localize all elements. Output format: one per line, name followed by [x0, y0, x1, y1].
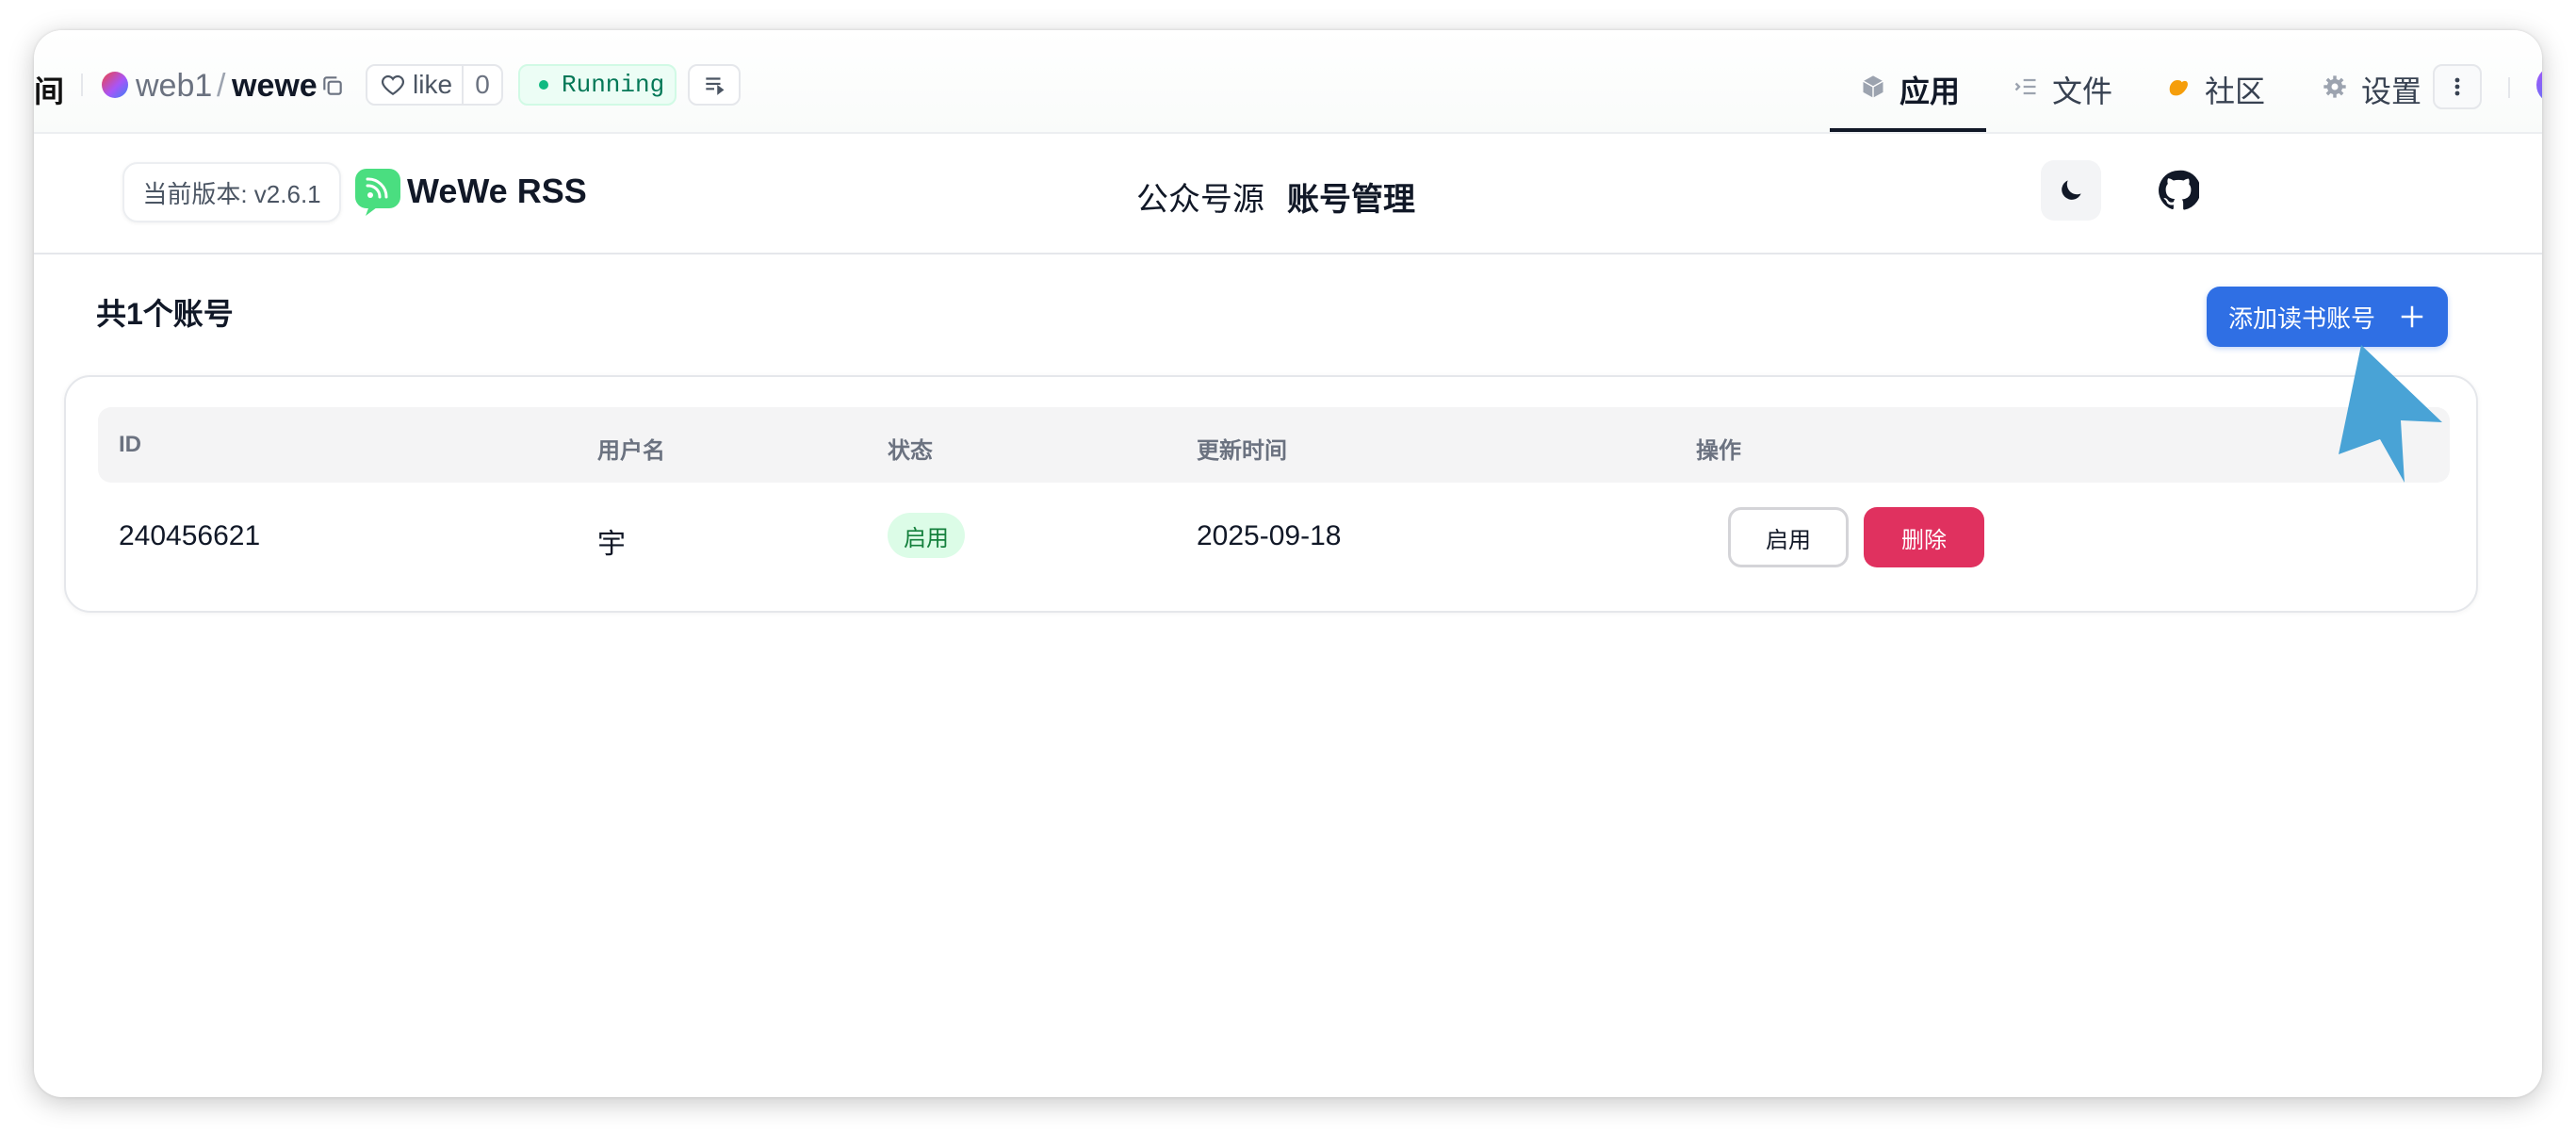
accounts-table: ID 用户名 状态 更新时间 操作 240456621 宇 启用 2025-09…	[64, 375, 2478, 613]
logs-icon	[706, 77, 725, 95]
rss-logo-icon	[355, 169, 400, 216]
more-menu-button[interactable]	[2433, 64, 2482, 109]
enable-button[interactable]: 启用	[1728, 507, 1849, 567]
truncated-title: 间	[34, 74, 65, 108]
version-badge: 当前版本: v2.6.1	[122, 162, 341, 222]
tab-files-label: 文件	[2052, 74, 2113, 108]
like-button[interactable]: like 0	[366, 64, 503, 106]
like-count: 0	[462, 66, 501, 104]
kebab-icon	[2454, 77, 2460, 96]
user-avatar[interactable]	[2536, 66, 2542, 104]
tab-settings-label: 设置	[2361, 74, 2422, 108]
column-header-id: ID	[119, 432, 141, 457]
tab-app[interactable]: 应用	[1830, 57, 1986, 132]
logs-button[interactable]	[688, 64, 741, 106]
github-icon	[2159, 170, 2199, 210]
column-header-actions: 操作	[1696, 438, 1741, 464]
tab-settings[interactable]: 设置	[2322, 57, 2421, 132]
status-badge: 启用	[888, 513, 965, 558]
plus-icon	[2401, 305, 2423, 328]
github-link[interactable]	[2148, 160, 2209, 221]
cell-id: 240456621	[119, 520, 261, 551]
table-header: ID 用户名 状态 更新时间 操作	[98, 407, 2450, 483]
space-name-link[interactable]: wewe	[232, 68, 318, 105]
status-badge[interactable]: Running	[518, 64, 677, 106]
moon-icon	[2062, 180, 2081, 200]
nav-feeds[interactable]: 公众号源	[1136, 173, 1264, 220]
app-header: 当前版本: v2.6.1 WeWe RSS 公众号源 账号管理	[34, 134, 2542, 255]
column-header-status: 状态	[888, 438, 933, 464]
copy-icon[interactable]	[320, 74, 345, 98]
add-account-button[interactable]: 添加读书账号	[2207, 287, 2448, 347]
status-dot	[539, 80, 548, 90]
theme-toggle-button[interactable]	[2041, 160, 2101, 221]
cell-username: 宇	[597, 529, 626, 560]
owner-link[interactable]: web1	[136, 68, 212, 105]
tab-files[interactable]: 文件	[2013, 57, 2112, 132]
heart-icon	[381, 74, 405, 96]
column-header-updated: 更新时间	[1197, 438, 1287, 464]
cube-icon	[1863, 75, 1883, 98]
cell-updated: 2025-09-18	[1197, 520, 1342, 551]
status-label: Running	[562, 71, 665, 99]
tab-app-label: 应用	[1899, 74, 1961, 108]
divider	[81, 74, 83, 96]
tab-community-label: 社区	[2205, 74, 2266, 108]
gear-icon	[2323, 75, 2346, 98]
space-header-bar: 间 web1 / wewe like 0 Running 应用 文件 社区 设置	[34, 30, 2542, 134]
tab-community[interactable]: 社区	[2165, 57, 2265, 132]
community-icon	[2169, 80, 2188, 96]
divider	[2508, 77, 2510, 98]
path-separator: /	[217, 68, 226, 104]
delete-button[interactable]: 删除	[1864, 507, 1984, 567]
browser-window: 间 web1 / wewe like 0 Running 应用 文件 社区 设置…	[34, 30, 2542, 1097]
nav-accounts[interactable]: 账号管理	[1287, 173, 1415, 220]
account-count-title: 共1个账号	[96, 297, 234, 331]
column-header-username: 用户名	[597, 438, 665, 464]
owner-avatar[interactable]	[102, 72, 128, 98]
pointer-cursor-icon	[2339, 345, 2442, 483]
like-label: like	[413, 70, 453, 99]
add-account-label: 添加读书账号	[2227, 304, 2375, 333]
files-icon	[2014, 78, 2036, 95]
brand-name[interactable]: WeWe RSS	[407, 172, 587, 211]
